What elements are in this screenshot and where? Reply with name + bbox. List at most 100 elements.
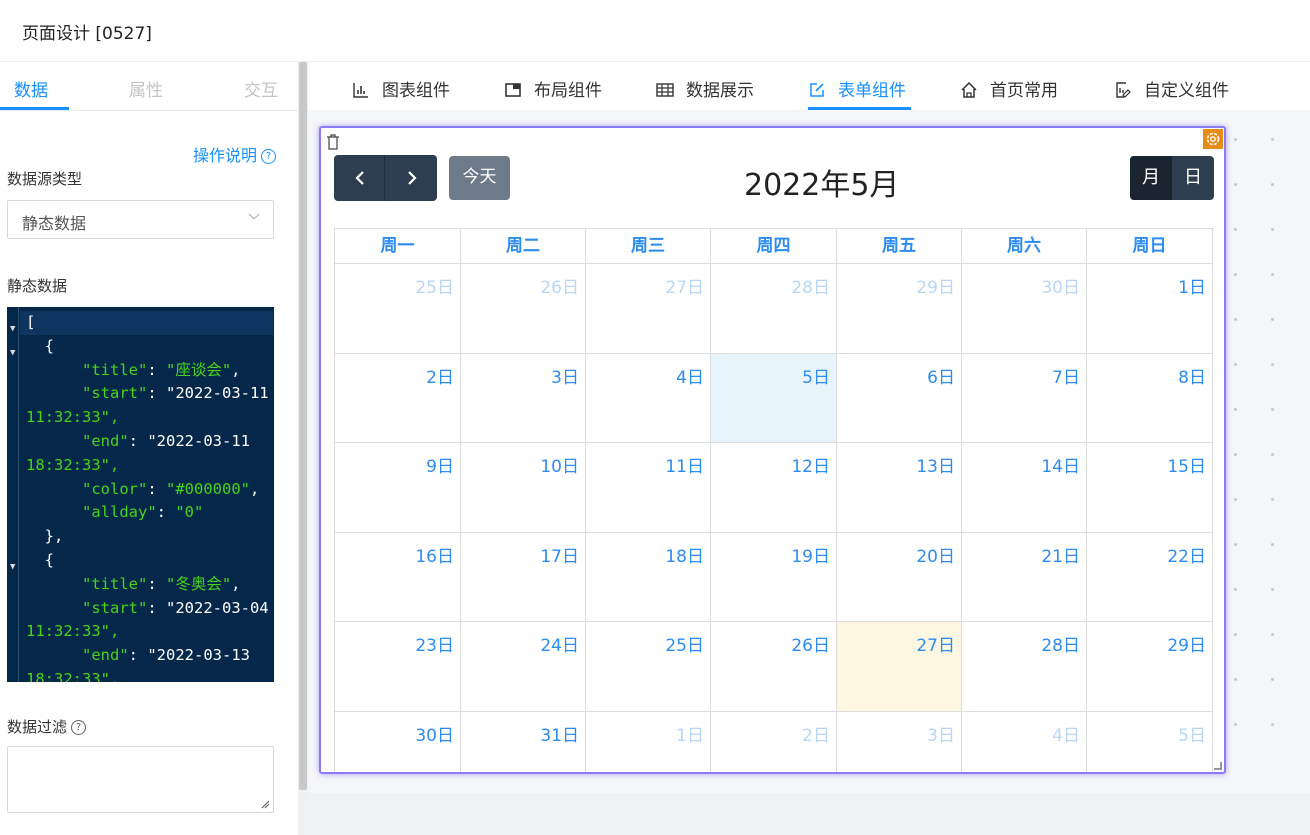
tab-properties[interactable]: 属性 [129, 76, 163, 101]
day-cell[interactable]: 2日 [711, 712, 837, 772]
tab-data-display[interactable]: 数据展示 [656, 76, 754, 101]
grid-dot [1271, 498, 1274, 501]
datasource-select[interactable]: 静态数据 [7, 200, 274, 239]
day-cell[interactable]: 11日 [586, 443, 711, 533]
tab-chart-components[interactable]: 图表组件 [352, 76, 450, 101]
grid-dot [1271, 363, 1274, 366]
tab-interaction[interactable]: 交互 [244, 76, 278, 101]
day-number: 3日 [551, 367, 579, 388]
chevron-down-icon [248, 213, 260, 220]
day-cell[interactable]: 28日 [711, 264, 837, 354]
day-cell[interactable]: 17日 [461, 532, 586, 623]
fold-arrow-icon[interactable]: ▼ [10, 556, 15, 580]
tab-form-components[interactable]: 表单组件 [808, 76, 906, 101]
day-cell[interactable]: 4日 [586, 353, 711, 444]
day-cell[interactable]: 27日 [586, 264, 711, 354]
day-cell[interactable]: 19日 [711, 532, 837, 623]
day-cell[interactable]: 28日 [962, 622, 1087, 712]
calendar-grid: 周一 周二 周三 周四 周五 周六 周日 25日 26日 27日 28日 29日 30日 1日 2日 3日 4日… [334, 228, 1215, 772]
day-number: 2日 [426, 367, 454, 388]
day-cell-today[interactable]: 5日 [711, 353, 837, 444]
day-cell[interactable]: 14日 [962, 443, 1087, 533]
day-view-button[interactable]: 日 [1172, 156, 1214, 200]
day-cell[interactable]: 2日 [335, 353, 461, 444]
day-number: 22日 [1167, 546, 1206, 567]
day-cell[interactable]: 22日 [1087, 532, 1213, 623]
view-switcher: 月 日 [1130, 156, 1214, 200]
data-filter-input[interactable] [7, 746, 274, 813]
day-cell[interactable]: 7日 [962, 353, 1087, 444]
resize-handle[interactable] [1214, 762, 1222, 770]
day-cell[interactable]: 21日 [962, 532, 1087, 623]
day-number: 15日 [1167, 457, 1206, 478]
day-number: 21日 [1041, 546, 1080, 567]
day-cell[interactable]: 1日 [586, 712, 711, 772]
day-cell[interactable]: 12日 [711, 443, 837, 533]
week-row: 23日 24日 25日 26日 27日 28日 29日 [335, 622, 1215, 712]
day-cell[interactable]: 29日 [837, 264, 962, 354]
day-cell[interactable]: 6日 [837, 353, 962, 444]
fold-arrow-icon[interactable]: ▼ [10, 318, 15, 342]
tab-custom-components[interactable]: 自定义组件 [1114, 76, 1229, 101]
day-cell[interactable]: 25日 [586, 622, 711, 712]
grid-dot [1271, 138, 1274, 141]
day-number: 24日 [540, 636, 579, 657]
json-editor[interactable]: ▼ ▼ ▼ [ { "title": "座谈会", "start": "2022… [7, 307, 274, 682]
day-cell[interactable]: 9日 [335, 443, 461, 533]
day-number: 26日 [791, 636, 830, 657]
day-number: 4日 [676, 367, 704, 388]
fold-arrow-icon[interactable]: ▼ [10, 342, 15, 366]
day-cell[interactable]: 30日 [962, 264, 1087, 354]
layout-icon [505, 83, 521, 97]
day-cell[interactable]: 24日 [461, 622, 586, 712]
today-button[interactable]: 今天 [449, 156, 510, 200]
day-cell[interactable]: 1日 [1087, 264, 1213, 354]
day-cell[interactable]: 10日 [461, 443, 586, 533]
tab-layout-components[interactable]: 布局组件 [504, 76, 602, 101]
day-cell[interactable]: 3日 [837, 712, 962, 772]
grid-dot [1234, 543, 1237, 546]
day-cell[interactable]: 5日 [1087, 712, 1213, 772]
day-cell[interactable]: 8日 [1087, 353, 1213, 444]
day-number: 29日 [1167, 636, 1206, 657]
month-view-button[interactable]: 月 [1130, 156, 1172, 200]
left-panel-scrollbar[interactable] [299, 62, 307, 790]
tab-data[interactable]: 数据 [14, 76, 48, 101]
day-number: 10日 [540, 457, 579, 478]
left-panel: 数据 属性 交互 操作说明? 数据源类型 静态数据 静态数据 ▼ ▼ ▼ [ {… [0, 62, 298, 835]
prev-month-button[interactable] [334, 155, 385, 201]
day-cell[interactable]: 4日 [962, 712, 1087, 772]
help-link[interactable]: 操作说明? [193, 142, 277, 166]
settings-gear-icon[interactable] [1203, 129, 1223, 149]
next-month-button[interactable] [386, 155, 437, 201]
day-cell[interactable]: 26日 [461, 264, 586, 354]
calendar-widget[interactable]: 今天 2022年5月 月 日 周一 周二 周三 周四 周五 周六 周日 25日 26日 27日 28… [319, 126, 1226, 774]
table-icon [656, 83, 674, 97]
day-cell[interactable]: 18日 [586, 532, 711, 623]
day-cell[interactable]: 27日 [837, 622, 962, 712]
day-number: 25日 [415, 278, 454, 298]
home-icon [961, 81, 977, 98]
tab-home-common[interactable]: 首页常用 [960, 76, 1058, 101]
day-cell[interactable]: 23日 [335, 622, 461, 712]
day-cell[interactable]: 13日 [837, 443, 962, 533]
week-row: 30日 31日 1日 2日 3日 4日 5日 [335, 712, 1215, 772]
resize-grip-icon[interactable] [261, 800, 270, 809]
day-number: 26日 [540, 278, 579, 298]
day-cell[interactable]: 15日 [1087, 443, 1213, 533]
weekday-header: 周二 [461, 229, 586, 264]
day-cell[interactable]: 3日 [461, 353, 586, 444]
day-cell[interactable]: 31日 [461, 712, 586, 772]
grid-dot [1271, 543, 1274, 546]
day-cell[interactable]: 30日 [335, 712, 461, 772]
day-cell[interactable]: 20日 [837, 532, 962, 623]
day-cell[interactable]: 16日 [335, 532, 461, 623]
day-number: 8日 [1178, 367, 1206, 388]
weekday-header-row: 周一 周二 周三 周四 周五 周六 周日 [335, 229, 1215, 264]
grid-dot [1234, 453, 1237, 456]
question-icon: ? [261, 149, 277, 164]
day-cell[interactable]: 25日 [335, 264, 461, 354]
trash-icon[interactable] [326, 134, 340, 150]
day-cell[interactable]: 26日 [711, 622, 837, 712]
day-cell[interactable]: 29日 [1087, 622, 1213, 712]
